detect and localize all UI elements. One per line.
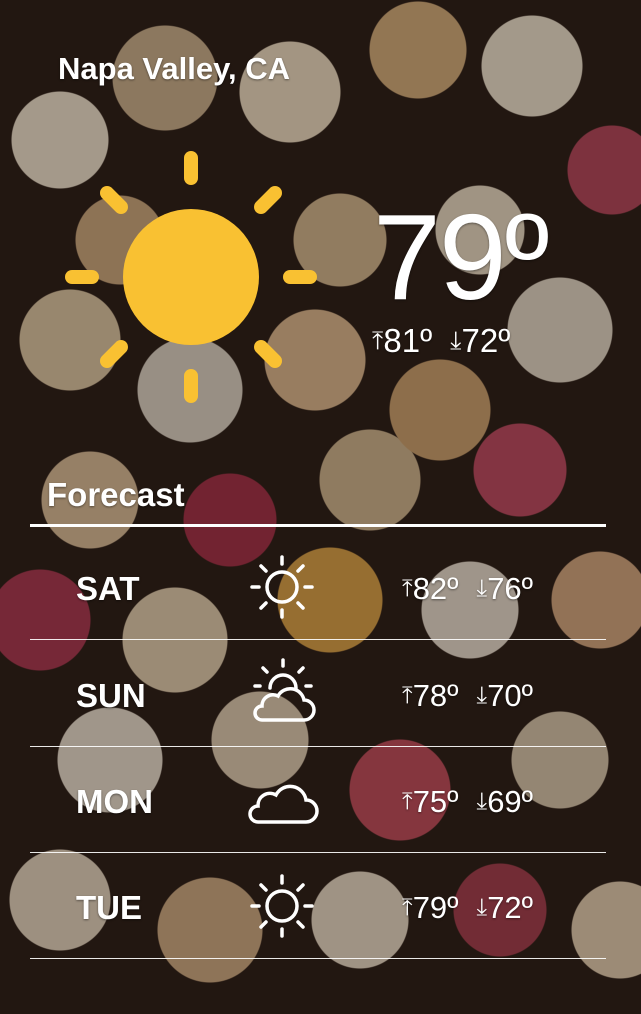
sunny-icon (250, 555, 314, 619)
forecast-divider (30, 524, 606, 527)
sun-icon (65, 151, 317, 403)
forecast-day: SAT (76, 570, 140, 607)
forecast-row: SUN ⤒78º ⤓70º (30, 640, 606, 747)
current-temperature: 79º (373, 189, 549, 325)
forecast-heading: Forecast (47, 476, 185, 513)
high-arrow-icon: ⤒ (372, 326, 384, 355)
high-arrow-icon: ⤒ (402, 575, 413, 603)
high-arrow-icon: ⤒ (402, 788, 413, 816)
forecast-low: ⤓69º (476, 784, 534, 819)
location-title: Napa Valley, CA (58, 51, 291, 86)
forecast-row: SAT ⤒82º ⤓76º (30, 533, 606, 640)
weather-screen: Napa Valley, CA 79º ⤒81º ⤓72º Forecast SA… (0, 0, 641, 1014)
current-high: ⤒81º (372, 322, 433, 359)
low-arrow-icon: ⤓ (476, 788, 488, 816)
forecast-high: ⤒82º (402, 571, 459, 606)
partly-cloudy-icon (253, 658, 316, 722)
weather-content: Napa Valley, CA 79º ⤒81º ⤓72º Forecast SA… (0, 0, 641, 1014)
current-high-low: ⤒81º ⤓72º (372, 322, 510, 360)
low-arrow-icon: ⤓ (476, 575, 488, 603)
low-arrow-icon: ⤓ (476, 894, 488, 922)
forecast-high: ⤒78º (402, 678, 459, 713)
low-arrow-icon: ⤓ (476, 682, 488, 710)
forecast-high-low: ⤒82º ⤓76º (402, 571, 533, 607)
forecast-low: ⤓76º (476, 571, 534, 606)
forecast-row: TUE ⤒79º ⤓72º (30, 852, 606, 959)
forecast-low: ⤓70º (476, 678, 534, 713)
forecast-high: ⤒75º (402, 784, 459, 819)
forecast-high-low: ⤒78º ⤓70º (402, 678, 533, 714)
forecast-low: ⤓72º (476, 890, 534, 925)
forecast-day: SUN (76, 677, 146, 714)
low-arrow-icon: ⤓ (450, 326, 462, 355)
high-arrow-icon: ⤒ (402, 682, 413, 710)
cloudy-icon (248, 784, 319, 824)
current-low: ⤓72º (450, 322, 511, 359)
forecast-high-low: ⤒79º ⤓72º (402, 890, 533, 926)
forecast-day: TUE (76, 889, 142, 926)
forecast-high: ⤒79º (402, 890, 459, 925)
forecast-high-low: ⤒75º ⤓69º (402, 784, 533, 820)
sunny-icon (250, 874, 314, 938)
high-arrow-icon: ⤒ (402, 894, 413, 922)
forecast-row: MON ⤒75º ⤓69º (30, 746, 606, 853)
forecast-day: MON (76, 783, 153, 820)
